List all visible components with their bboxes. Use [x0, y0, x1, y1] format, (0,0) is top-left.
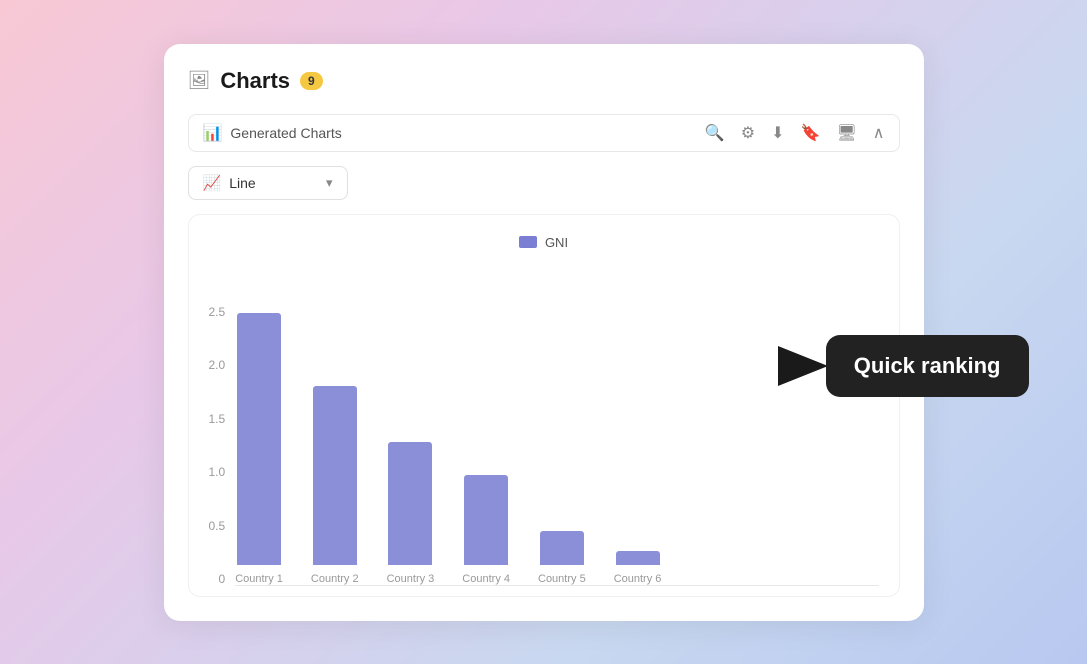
download-icon[interactable]: ⬇ [771, 123, 784, 143]
card-header: 🖼 Charts 9 [188, 68, 900, 94]
bar-country6 [616, 551, 660, 565]
chart-type-dropdown[interactable]: 📈 Line ▾ [188, 166, 348, 200]
line-chart-icon: 📈 [203, 174, 222, 192]
main-card: 🖼 Charts 9 📊 Generated Charts 🔍 ⚙ ⬇ 🔖 🖥 … [164, 44, 924, 621]
image-icon: 🖼 [188, 70, 211, 91]
x-label-country1: Country 1 [235, 573, 283, 585]
y-label-1_5: 1.5 [209, 413, 226, 425]
y-axis: 2.5 2.0 1.5 1.0 0.5 0 [209, 306, 226, 586]
toolbar-right: 🔍 ⚙ ⬇ 🔖 🖥 ∧ [705, 123, 885, 143]
bar-group-country1: Country 1 [235, 313, 283, 585]
tooltip-box: Quick ranking [826, 335, 1029, 397]
bar-country4 [464, 475, 508, 565]
bar-country2 [313, 386, 357, 565]
toolbar-left: 📊 Generated Charts [203, 123, 342, 143]
x-label-country2: Country 2 [311, 573, 359, 585]
toolbar: 📊 Generated Charts 🔍 ⚙ ⬇ 🔖 🖥 ∧ [188, 114, 900, 152]
dropdown-value: Line [229, 175, 255, 191]
chevron-up-icon[interactable]: ∧ [873, 123, 885, 143]
bar-group-country5: Country 5 [538, 531, 586, 585]
x-label-country3: Country 3 [387, 573, 435, 585]
search-icon[interactable]: 🔍 [705, 123, 725, 143]
bar-country5 [540, 531, 584, 565]
toolbar-label: Generated Charts [230, 125, 341, 141]
tooltip-container: Quick ranking [778, 335, 1029, 397]
y-label-0: 0 [219, 573, 226, 585]
y-label-0_5: 0.5 [209, 520, 226, 532]
dropdown-row: 📈 Line ▾ [188, 166, 900, 200]
x-label-country4: Country 4 [462, 573, 510, 585]
bookmark-icon[interactable]: 🔖 [801, 123, 821, 143]
monitor-icon[interactable]: 🖥 [836, 123, 856, 143]
legend-label: GNI [545, 235, 568, 250]
badge-count: 9 [300, 72, 323, 90]
bar-group-country2: Country 2 [311, 386, 359, 585]
tooltip-arrow-icon [778, 346, 828, 386]
bar-country1 [237, 313, 281, 565]
bar-group-country6: Country 6 [614, 551, 662, 585]
bar-group-country3: Country 3 [387, 442, 435, 585]
y-label-2_5: 2.5 [209, 306, 226, 318]
legend-color-swatch [519, 236, 537, 248]
filter-icon[interactable]: ⚙ [741, 123, 755, 143]
page-title: Charts [220, 68, 290, 94]
chart-area: GNI 2.5 2.0 1.5 1.0 0.5 0 Country 1 [188, 214, 900, 597]
tooltip-text: Quick ranking [854, 353, 1001, 378]
bar-country3 [388, 442, 432, 565]
x-label-country5: Country 5 [538, 573, 586, 585]
y-label-2_0: 2.0 [209, 359, 226, 371]
y-label-1_0: 1.0 [209, 466, 226, 478]
bar-chart: 2.5 2.0 1.5 1.0 0.5 0 Country 1 Country … [209, 266, 879, 586]
chevron-down-icon: ▾ [326, 175, 333, 191]
bar-group-country4: Country 4 [462, 475, 510, 585]
x-label-country6: Country 6 [614, 573, 662, 585]
bar-chart-icon: 📊 [203, 123, 223, 143]
chart-legend: GNI [209, 235, 879, 250]
